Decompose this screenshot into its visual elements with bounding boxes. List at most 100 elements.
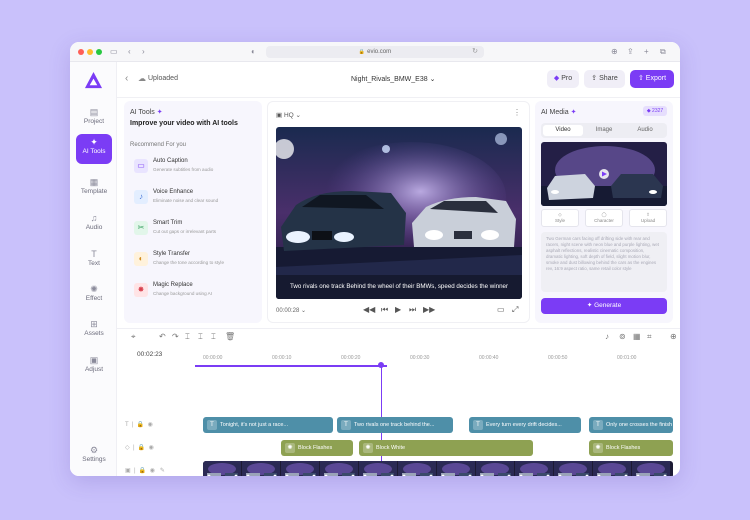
export-button[interactable]: ⇧ Export [630, 70, 674, 88]
video-frame[interactable]: Two rivals one track Behind the wheel of… [276, 127, 522, 299]
video-track-clip[interactable] [203, 461, 673, 476]
clip-label: Only one crosses the finish [606, 422, 673, 428]
zoom-in-icon[interactable]: ⊕ [670, 332, 677, 341]
tab-video[interactable]: Video [543, 125, 583, 136]
delete-icon[interactable]: 🗑 [225, 332, 235, 341]
forward-arrow-icon[interactable]: › [142, 46, 145, 58]
more-options-icon[interactable]: ⋮ [513, 108, 521, 117]
sparkle-icon: ✦ [586, 302, 593, 309]
text-clip[interactable]: T Two rivals one track behind the... [337, 417, 453, 433]
fullscreen-icon[interactable]: ⤢ [512, 305, 518, 315]
camera-icon[interactable]: ▭ [497, 305, 505, 314]
sidebar-toggle-icon[interactable]: ▭ [110, 46, 118, 58]
quality-label: HQ [283, 112, 294, 119]
style-icon: ◇ [558, 212, 562, 217]
effect-icon: ✺ [90, 284, 98, 294]
select-tool-icon[interactable]: ⌖ [131, 332, 136, 342]
effect-track-controls[interactable]: ◇ | 🔒 ◉ [125, 444, 154, 451]
prompt-textarea[interactable]: Two German cars facing off drifting side… [541, 232, 667, 292]
tool-auto-caption[interactable]: ▭ Auto Caption Generate subtitles from a… [130, 154, 258, 182]
sidebar-item-label: Adjust [84, 366, 104, 373]
mic-icon[interactable]: ♪ [605, 332, 609, 341]
clip-label: Block Flashes [298, 445, 333, 451]
quality-dropdown[interactable]: ▣ HQ ⌄ [276, 111, 301, 119]
export-label: Export [645, 75, 667, 82]
redo-icon[interactable]: ↷ [172, 332, 179, 341]
sidebar-item-adjust[interactable]: ▣ Adjust [76, 352, 112, 382]
sidebar-item-settings[interactable]: ⚙ Settings [76, 442, 112, 472]
sidebar-item-ai-tools[interactable]: ✦ AI Tools [76, 134, 112, 164]
sidebar-item-template[interactable]: ▦ Template [76, 174, 112, 204]
sidebar-item-assets[interactable]: ⊞ Assets [76, 316, 112, 346]
chevron-down-icon: ⌄ [429, 76, 436, 83]
reload-icon[interactable]: ↻ [472, 46, 478, 58]
sidebar-item-project[interactable]: ▤ Project [76, 104, 112, 134]
character-button[interactable]: ◯ Character [585, 209, 623, 227]
magnet-icon[interactable]: ⌗ [647, 332, 652, 342]
pro-button[interactable]: ◆ Pro [547, 70, 579, 88]
tool-smart-trim[interactable]: ✂ Smart Trim Cut out gaps or irrelevant … [130, 216, 258, 244]
split-right-icon[interactable]: ⌶ [211, 332, 216, 342]
split-icon[interactable]: ⌶ [185, 332, 190, 342]
tool-voice-enhance[interactable]: ♪ Voice Enhance Eliminate noise and clea… [130, 185, 258, 213]
effect-clip[interactable]: ✺ Block Flashes [281, 440, 353, 456]
sidebar-item-label: Project [83, 118, 105, 125]
address-bar[interactable]: 🔒 evio.com ↻ [266, 46, 484, 58]
next-frame-icon[interactable]: ⏭ [409, 305, 416, 315]
tool-magic-replace[interactable]: ✸ Magic Replace Change background using … [130, 278, 258, 306]
generate-button[interactable]: ✦ Generate [541, 298, 667, 314]
tab-audio[interactable]: Audio [625, 125, 665, 136]
grid-icon[interactable]: ▦ [633, 332, 641, 341]
text-track-controls[interactable]: T | 🔒 ◉ [125, 421, 153, 428]
minimize-window-dot[interactable] [87, 49, 93, 55]
sidebar-item-label: Assets [84, 330, 104, 337]
tabs-overview-icon[interactable]: ⧉ [660, 46, 666, 58]
sidebar-item-effect[interactable]: ✺ Effect [76, 281, 112, 311]
style-button[interactable]: ◇ Style [541, 209, 579, 227]
snap-icon[interactable]: ⊚ [619, 332, 626, 341]
undo-icon[interactable]: ↶ [159, 332, 166, 341]
effect-clip[interactable]: ✺ Block Flashes [589, 440, 673, 456]
download-icon[interactable]: ⊕ [611, 46, 618, 58]
sidebar-item-audio[interactable]: ♫ Audio [76, 210, 112, 240]
ruler-tick: 00:01:00 [617, 355, 637, 361]
fast-forward-icon[interactable]: ▶▶ [423, 305, 435, 314]
timeline-panel: ⌖ ↶ ↷ ⌶ ⌶ ⌶ 🗑 ♪ ⊚ ▦ ⌗ ⊕ 00:02:23 00:00:0… [117, 328, 680, 476]
lock-icon: 🔒 [358, 49, 366, 55]
app-logo-icon[interactable] [84, 71, 103, 90]
effect-clip[interactable]: ✺ Block White [359, 440, 533, 456]
ruler-tick: 00:00:10 [272, 355, 292, 361]
caption-icon: ▭ [134, 159, 148, 173]
upload-button[interactable]: ⇧ Upload [629, 209, 667, 227]
chevron-left-icon[interactable]: ‹ [125, 73, 128, 84]
share-page-icon[interactable]: ⇪ [627, 46, 634, 58]
close-window-dot[interactable] [78, 49, 84, 55]
effect-icon: ✺ [285, 443, 295, 453]
sparkle-icon: ✦ [156, 109, 163, 116]
text-clip[interactable]: T Only one crosses the finish [589, 417, 673, 433]
project-title-dropdown[interactable]: Night_Rivals_BMW_E38 ⌄ [351, 75, 435, 83]
clip-label: Tonight, it's not just a race... [220, 422, 289, 428]
text-clip[interactable]: T Tonight, it's not just a race... [203, 417, 333, 433]
back-arrow-icon[interactable]: ‹ [128, 46, 131, 58]
previous-frame-icon[interactable]: ⏮ [381, 305, 388, 315]
mic-icon: ♪ [134, 190, 148, 204]
clip-label: Two rivals one track behind the... [354, 422, 435, 428]
play-icon[interactable]: ▶ [395, 305, 401, 314]
rewind-icon[interactable]: ◀◀ [363, 305, 375, 314]
new-tab-icon[interactable]: + [644, 46, 649, 58]
tool-style-transfer[interactable]: ◐ Style Transfer Change the tone accordi… [130, 247, 258, 275]
sparkle-icon: ✦ [570, 109, 577, 116]
maximize-window-dot[interactable] [96, 49, 102, 55]
text-clip[interactable]: T Every turn every drift decides... [469, 417, 581, 433]
generated-thumbnail[interactable] [541, 142, 667, 206]
share-button[interactable]: ⇪ Share [584, 70, 625, 88]
text-icon: T [207, 420, 217, 430]
tab-image[interactable]: Image [584, 125, 624, 136]
clip-label: Block Flashes [606, 445, 641, 451]
video-track-controls[interactable]: ▣ | 🔒 ◉ ✎ [125, 467, 165, 474]
sidebar-item-text[interactable]: T Text [76, 246, 112, 276]
split-left-icon[interactable]: ⌶ [198, 332, 203, 342]
shield-icon[interactable]: ◐ [251, 46, 256, 58]
effect-icon: ✺ [593, 443, 603, 453]
